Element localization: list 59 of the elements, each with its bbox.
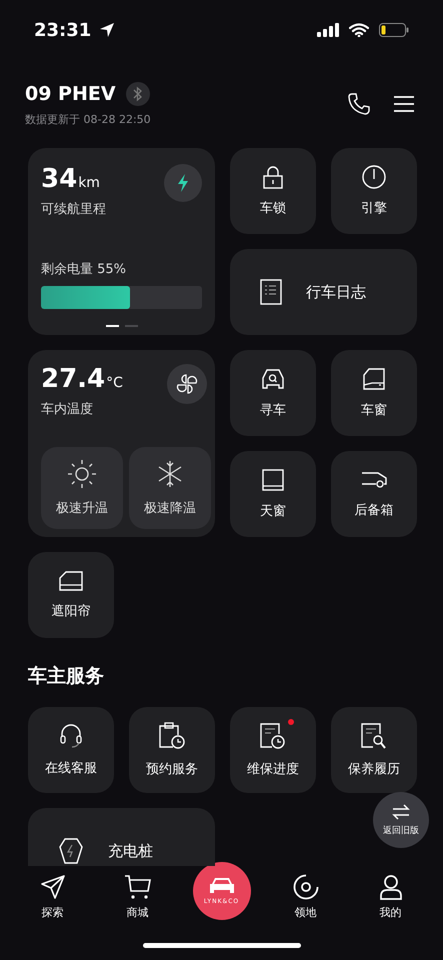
menu-icon[interactable] — [393, 94, 415, 114]
location-arrow-icon — [99, 22, 116, 38]
document-icon — [260, 279, 282, 305]
battery-level-label: 剩余电量 55% — [41, 261, 128, 278]
nav-tab[interactable]: 领地 — [276, 866, 336, 920]
service-tile[interactable]: 保养履历 — [331, 707, 417, 793]
target-icon — [292, 874, 318, 900]
person-icon — [378, 874, 402, 900]
nav-tab[interactable]: 我的 — [360, 866, 420, 920]
car-window-icon — [362, 367, 386, 391]
control-tile[interactable]: 遮阳帘 — [28, 552, 114, 638]
paper-plane-icon — [40, 874, 66, 900]
range-label: 可续航里程 — [41, 201, 106, 218]
wifi-icon — [349, 23, 369, 37]
control-tile[interactable]: 车窗 — [331, 350, 417, 436]
sun-icon — [67, 459, 97, 489]
power-icon — [362, 165, 386, 189]
headset-icon — [58, 723, 84, 749]
update-time: 数据更新于 08-28 22:50 — [25, 112, 152, 126]
cart-icon — [124, 874, 152, 900]
battery-icon — [379, 23, 409, 37]
padlock-icon — [261, 165, 285, 189]
fan-icon[interactable] — [167, 364, 207, 404]
service-tile[interactable]: 充电桩 — [28, 808, 215, 866]
document-clock-icon — [259, 722, 287, 750]
temperature-label: 车内温度 — [41, 401, 93, 418]
nav-tab[interactable]: 探索 — [22, 866, 82, 920]
nav-tab[interactable]: 商城 — [108, 866, 168, 920]
car-search-icon — [261, 367, 285, 391]
document-wrench-icon — [360, 722, 388, 750]
phone-icon[interactable] — [347, 92, 371, 116]
climate-button[interactable]: 极速升温 — [41, 447, 123, 529]
climate-button[interactable]: 极速降温 — [129, 447, 211, 529]
control-tile[interactable]: 车锁 — [230, 148, 316, 234]
service-tile[interactable]: 预约服务 — [129, 707, 215, 793]
sunroof-icon — [261, 468, 285, 492]
car-icon — [208, 877, 234, 895]
service-tile[interactable]: 维保进度 — [230, 707, 316, 793]
vehicle-title: 09 PHEV — [25, 82, 116, 104]
bluetooth-icon[interactable] — [126, 82, 150, 106]
sunshade-icon — [58, 570, 84, 592]
range-card[interactable]: 34 km 可续航里程 剩余电量 55% — [28, 148, 215, 335]
status-time: 23:31 — [34, 20, 92, 40]
control-tile[interactable]: 寻车 — [230, 350, 316, 436]
signal-icon — [317, 23, 339, 37]
section-title: 车主服务 — [28, 664, 105, 689]
old-version-button[interactable]: 返回旧版 — [373, 792, 429, 848]
temperature-value: 27.4°C — [41, 364, 123, 394]
swap-icon — [392, 804, 410, 820]
control-tile[interactable]: 行车日志 — [230, 249, 417, 335]
service-tile[interactable]: 在线客服 — [28, 707, 114, 793]
clipboard-clock-icon — [158, 722, 186, 750]
range-value: 34 km — [41, 164, 100, 194]
control-tile[interactable]: 后备箱 — [331, 451, 417, 537]
control-tile[interactable]: 引擎 — [331, 148, 417, 234]
lightning-icon[interactable] — [164, 164, 202, 202]
charger-icon — [58, 837, 84, 865]
climate-card[interactable]: 27.4°C 车内温度 极速升温 极速降温 — [28, 350, 215, 537]
control-tile[interactable]: 天窗 — [230, 451, 316, 537]
